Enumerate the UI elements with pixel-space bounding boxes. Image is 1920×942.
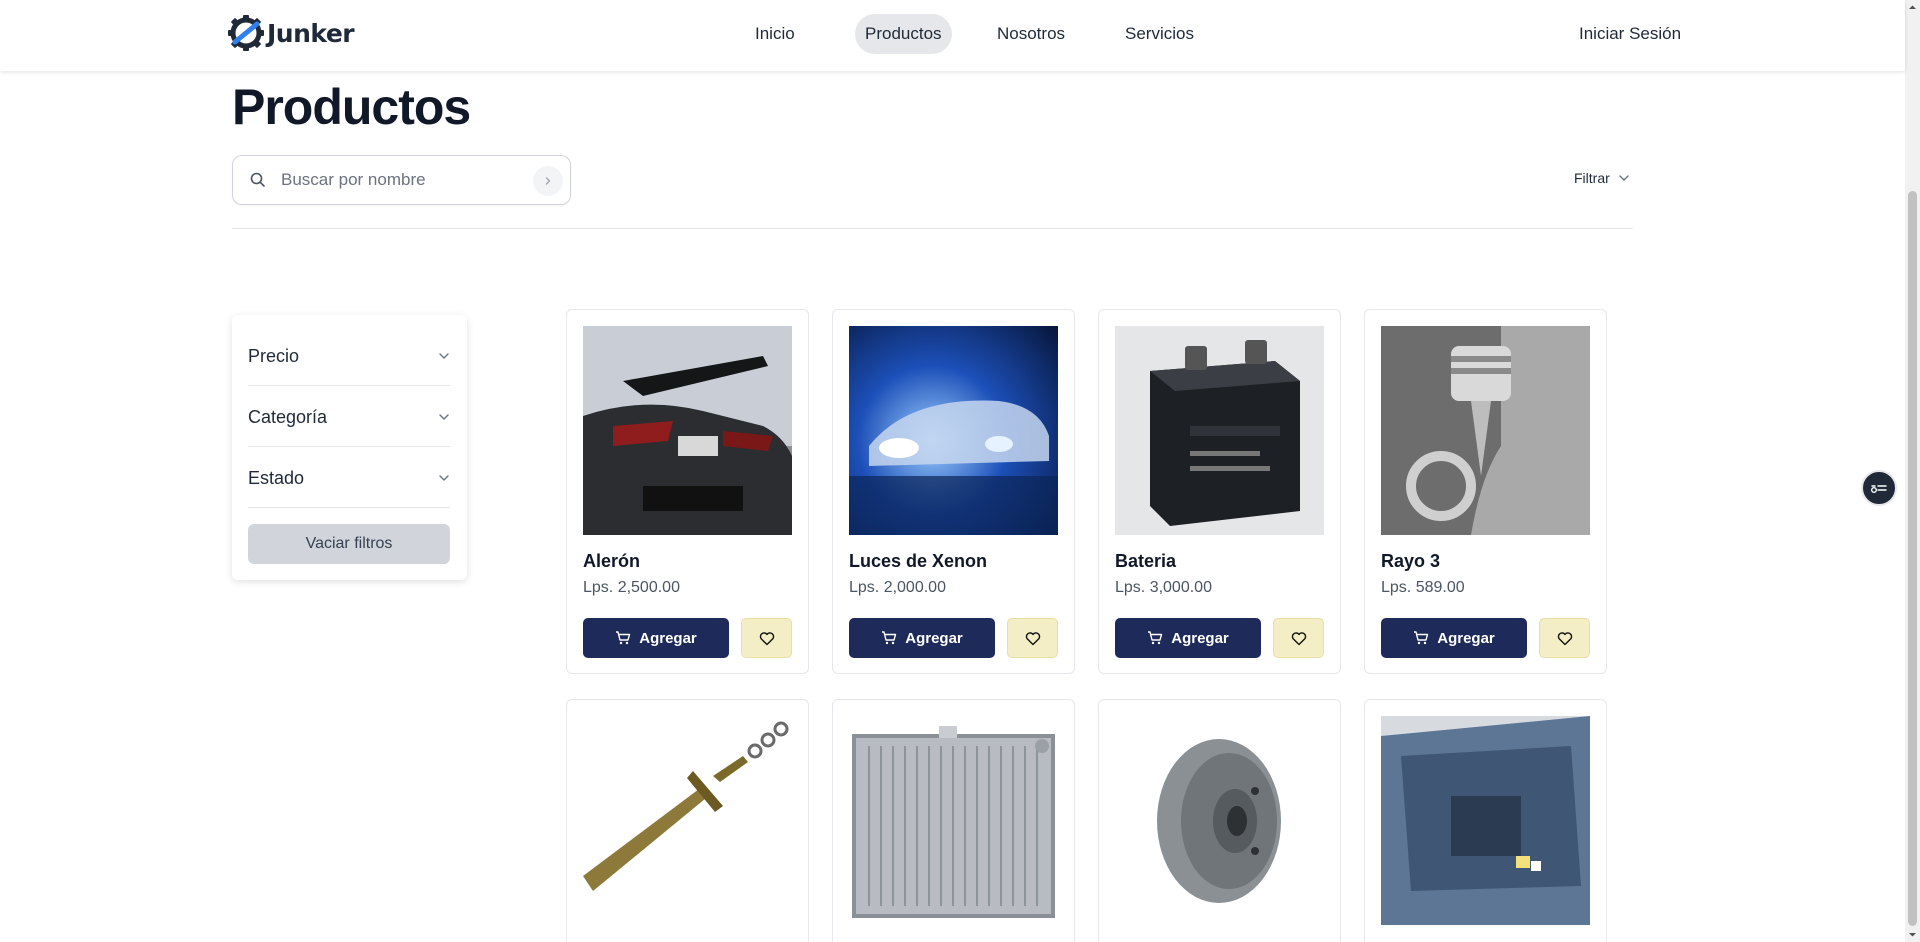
filter-categoria[interactable]: Categoría [248,386,450,447]
product-price: Lps. 2,000.00 [849,579,946,596]
cart-icon [1414,631,1429,645]
search-submit-button[interactable] [533,166,563,196]
product-card[interactable]: Rayo 3 Lps. 589.00 Agregar [1364,309,1607,674]
nav-item-nosotros[interactable]: Nosotros [987,14,1075,54]
product-card[interactable]: Alerón Lps. 2,500.00 Agregar [566,309,809,674]
cart-icon [616,631,631,645]
product-card[interactable]: Luces de Xenon Lps. 2,000.00 Agregar [832,309,1075,674]
chevron-down-icon [439,353,449,359]
favorite-button[interactable] [1007,618,1058,658]
add-to-cart-button[interactable]: Agregar [1115,618,1261,658]
product-card[interactable]: Bateria Lps. 3,000.00 Agregar [1098,309,1341,674]
product-image-sword[interactable] [583,716,792,925]
heart-icon [1557,631,1572,645]
product-image-battery[interactable] [1115,326,1324,535]
product-image-spoiler[interactable] [583,326,792,535]
page-scrollbar[interactable] [1905,0,1920,942]
chevron-down-icon [439,414,449,420]
chevron-down-icon [439,475,449,481]
product-price: Lps. 589.00 [1381,579,1465,596]
product-image-piston[interactable] [1381,326,1590,535]
product-card[interactable] [566,699,809,942]
page-title: Productos [232,79,471,135]
product-image-xenon[interactable] [849,326,1058,535]
product-image-windshield[interactable] [1381,716,1590,925]
add-to-cart-button[interactable]: Agregar [583,618,729,658]
product-image-brake-drum[interactable] [1115,716,1324,925]
heart-icon [759,631,774,645]
scroll-down-arrow-icon[interactable] [1908,930,1917,939]
product-price: Lps. 3,000.00 [1115,579,1212,596]
add-to-cart-label: Agregar [1437,629,1495,647]
search-icon [250,172,265,187]
floating-settings-button[interactable] [1861,470,1897,506]
toggle-settings-icon [1871,485,1887,493]
filter-dropdown-label: Filtrar [1574,170,1610,186]
nav-item-productos[interactable]: Productos [855,14,952,54]
favorite-button[interactable] [741,618,792,658]
cart-icon [882,631,897,645]
nav-item-servicios[interactable]: Servicios [1115,14,1204,54]
scroll-up-arrow-icon[interactable] [1908,3,1917,12]
product-card[interactable] [832,699,1075,942]
product-image-radiator[interactable] [849,716,1058,925]
filter-sidebar: Precio Categoría Estado Vaciar filtros [232,315,467,580]
add-to-cart-button[interactable]: Agregar [849,618,995,658]
scrollbar-thumb[interactable] [1908,191,1917,926]
product-price: Lps. 2,500.00 [583,579,680,596]
product-name[interactable]: Bateria [1115,551,1176,572]
add-to-cart-label: Agregar [639,629,697,647]
nav-item-inicio[interactable]: Inicio [745,14,805,54]
search-input[interactable] [281,166,521,194]
filter-label: Estado [248,468,305,488]
product-name[interactable]: Rayo 3 [1381,551,1440,572]
product-card[interactable] [1098,699,1341,942]
top-nav-bar: Junker Inicio Productos Nosotros Servici… [0,0,1905,71]
add-to-cart-label: Agregar [1171,629,1229,647]
heart-icon [1025,631,1040,645]
search-bar [232,155,571,205]
heart-icon [1291,631,1306,645]
add-to-cart-label: Agregar [905,629,963,647]
filter-precio[interactable]: Precio [248,325,450,386]
product-name[interactable]: Alerón [583,551,640,572]
filter-dropdown-toggle[interactable]: Filtrar [1574,170,1630,186]
favorite-button[interactable] [1273,618,1324,658]
filter-estado[interactable]: Estado [248,447,450,508]
login-link[interactable]: Iniciar Sesión [1579,14,1681,54]
filter-label: Categoría [248,407,328,427]
section-divider [232,228,1633,229]
add-to-cart-button[interactable]: Agregar [1381,618,1527,658]
product-card[interactable] [1364,699,1607,942]
product-name[interactable]: Luces de Xenon [849,551,987,572]
filter-label: Precio [248,346,300,366]
chevron-right-icon [545,177,551,185]
cart-icon [1148,631,1163,645]
chevron-down-icon [1619,175,1629,181]
clear-filters-button[interactable]: Vaciar filtros [248,524,450,564]
favorite-button[interactable] [1539,618,1590,658]
